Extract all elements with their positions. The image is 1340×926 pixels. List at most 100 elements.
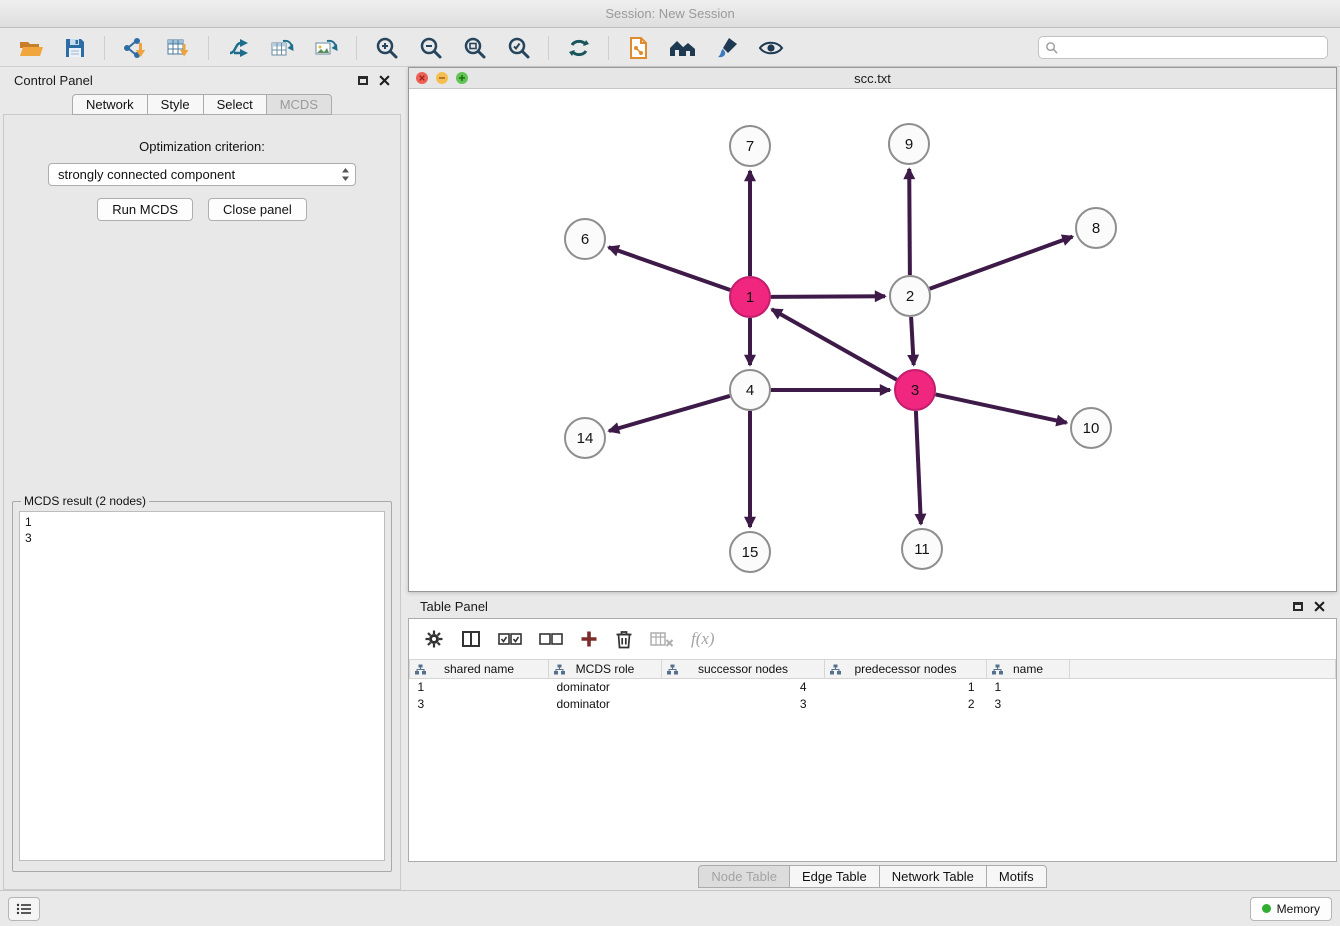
- node-3[interactable]: 3: [895, 370, 935, 410]
- function-builder-button[interactable]: f(x): [691, 629, 715, 649]
- edge-1-6[interactable]: [609, 247, 731, 290]
- close-panel-button[interactable]: Close panel: [208, 198, 307, 221]
- float-table-panel-icon[interactable]: [1293, 602, 1303, 611]
- save-session-button[interactable]: [54, 32, 95, 64]
- float-panel-icon[interactable]: [358, 76, 368, 85]
- table-row[interactable]: 1dominator411: [410, 679, 1336, 696]
- table-panel-title: Table Panel: [420, 599, 488, 614]
- column-header-successor-nodes[interactable]: successor nodes: [662, 660, 825, 679]
- edge-4-14[interactable]: [609, 396, 730, 431]
- deselect-all-icon[interactable]: [539, 631, 563, 647]
- delete-column-icon[interactable]: [615, 629, 633, 649]
- export-network-button[interactable]: [218, 32, 259, 64]
- table-cell[interactable]: dominator: [549, 696, 662, 713]
- run-mcds-button[interactable]: Run MCDS: [97, 198, 193, 221]
- control-panel-header: Control Panel: [3, 66, 401, 94]
- select-all-icon[interactable]: [498, 631, 522, 647]
- table-cell[interactable]: dominator: [549, 679, 662, 696]
- table-cell[interactable]: 4: [662, 679, 825, 696]
- app-window: Session: New Session: [0, 0, 1340, 926]
- criterion-select[interactable]: strongly connected component: [48, 163, 356, 186]
- network-window-title: scc.txt: [409, 71, 1336, 86]
- edge-3-1[interactable]: [772, 309, 897, 379]
- table-cell[interactable]: 1: [987, 679, 1070, 696]
- search-field[interactable]: [1038, 36, 1328, 59]
- mcds-result-title: MCDS result (2 nodes): [21, 494, 149, 508]
- tab-motifs[interactable]: Motifs: [986, 865, 1047, 888]
- edge-1-2[interactable]: [771, 296, 885, 297]
- node-2[interactable]: 2: [890, 276, 930, 316]
- edge-2-8[interactable]: [930, 237, 1073, 289]
- show-hide-details-button[interactable]: [750, 32, 791, 64]
- delete-table-icon[interactable]: [650, 631, 674, 647]
- new-network-from-selection-button[interactable]: [618, 32, 659, 64]
- node-4[interactable]: 4: [730, 370, 770, 410]
- column-header-name[interactable]: name: [987, 660, 1070, 679]
- close-panel-icon[interactable]: [379, 75, 390, 86]
- tab-node-table[interactable]: Node Table: [698, 865, 790, 888]
- tab-edge-table[interactable]: Edge Table: [789, 865, 880, 888]
- zoom-out-icon: [419, 36, 443, 60]
- add-column-icon[interactable]: [580, 630, 598, 648]
- column-type-icon: [992, 664, 1003, 675]
- apply-layout-button[interactable]: [558, 32, 599, 64]
- import-table-file-button[interactable]: [158, 32, 199, 64]
- tab-style[interactable]: Style: [147, 94, 204, 115]
- close-table-panel-icon[interactable]: [1314, 601, 1325, 612]
- table-cell[interactable]: 1: [410, 679, 549, 696]
- node-6[interactable]: 6: [565, 219, 605, 259]
- apply-style-button[interactable]: [706, 32, 747, 64]
- document-network-icon: [627, 36, 651, 60]
- node-15[interactable]: 15: [730, 532, 770, 572]
- column-header-mcds-role[interactable]: MCDS role: [549, 660, 662, 679]
- node-14[interactable]: 14: [565, 418, 605, 458]
- tab-network[interactable]: Network: [72, 94, 148, 115]
- node-11[interactable]: 11: [902, 529, 942, 569]
- node-7[interactable]: 7: [730, 126, 770, 166]
- search-input[interactable]: [1063, 41, 1321, 55]
- node-10[interactable]: 10: [1071, 408, 1111, 448]
- import-network-file-button[interactable]: [114, 32, 155, 64]
- mcds-result-item[interactable]: 3: [25, 530, 379, 546]
- zoom-out-button[interactable]: [410, 32, 451, 64]
- mcds-result-item[interactable]: 1: [25, 514, 379, 530]
- column-header-predecessor-nodes[interactable]: predecessor nodes: [825, 660, 987, 679]
- zoom-in-button[interactable]: [366, 32, 407, 64]
- node-8[interactable]: 8: [1076, 208, 1116, 248]
- edge-3-10[interactable]: [936, 394, 1067, 422]
- mcds-result-list[interactable]: 13: [19, 511, 385, 861]
- node-1[interactable]: 1: [730, 277, 770, 317]
- window-zoom-icon[interactable]: [456, 72, 468, 84]
- export-image-button[interactable]: [306, 32, 347, 64]
- split-column-icon[interactable]: [461, 630, 481, 648]
- table-cell[interactable]: 1: [825, 679, 987, 696]
- table-cell[interactable]: 3: [987, 696, 1070, 713]
- gear-icon[interactable]: [424, 629, 444, 649]
- tab-network-table[interactable]: Network Table: [879, 865, 987, 888]
- column-header-shared-name[interactable]: shared name: [410, 660, 549, 679]
- table-tabs: Node TableEdge TableNetwork TableMotifs: [408, 865, 1337, 888]
- node-9[interactable]: 9: [889, 124, 929, 164]
- network-canvas[interactable]: 7 9 6 8 1 2 4 3 14 10 15 11: [409, 89, 1336, 590]
- edge-2-3[interactable]: [911, 317, 914, 365]
- table-row[interactable]: 3dominator323: [410, 696, 1336, 713]
- tab-select[interactable]: Select: [203, 94, 267, 115]
- stepper-icon: [341, 167, 350, 182]
- zoom-fit-button[interactable]: [454, 32, 495, 64]
- edge-3-11[interactable]: [916, 411, 921, 524]
- tab-mcds[interactable]: MCDS: [266, 94, 332, 115]
- export-table-button[interactable]: [262, 32, 303, 64]
- window-close-icon[interactable]: [416, 72, 428, 84]
- memory-button[interactable]: Memory: [1250, 897, 1332, 921]
- first-neighbors-button[interactable]: [662, 32, 703, 64]
- window-minimize-icon[interactable]: [436, 72, 448, 84]
- edge-2-9[interactable]: [909, 169, 910, 275]
- zoom-selected-button[interactable]: [498, 32, 539, 64]
- table-cell[interactable]: 3: [410, 696, 549, 713]
- task-history-button[interactable]: [8, 897, 40, 921]
- open-file-button[interactable]: [10, 32, 51, 64]
- svg-text:9: 9: [905, 136, 913, 153]
- node-table-header-row: shared nameMCDS rolesuccessor nodesprede…: [410, 660, 1336, 679]
- table-cell[interactable]: 3: [662, 696, 825, 713]
- table-cell[interactable]: 2: [825, 696, 987, 713]
